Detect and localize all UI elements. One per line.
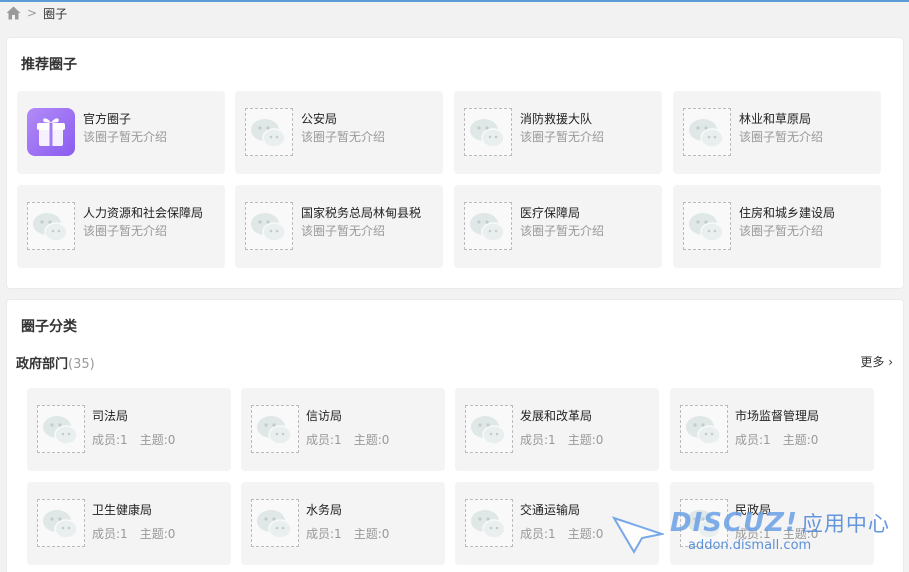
category-card[interactable]: 司法局成员:1 主题:0 [27, 388, 231, 471]
topic-count: 主题:0 [567, 433, 604, 447]
category-name[interactable]: 政府部门(35) [16, 353, 95, 372]
recommend-title: 推荐圈子 [21, 57, 77, 73]
wechat-placeholder-icon [465, 499, 513, 547]
breadcrumb-current: 圈子 [43, 6, 68, 21]
category-count: (35) [68, 357, 95, 372]
recommend-panel: 推荐圈子 官方圈子 该圈子暂无介绍 公安局 该圈子暂无介绍 消防救援大队 该圈子暂无介绍林… [6, 37, 904, 289]
wechat-placeholder-icon [37, 499, 85, 547]
recommend-card[interactable]: 医疗保障局该圈子暂无介绍 [454, 185, 662, 268]
card-desc: 该圈子暂无介绍 [301, 224, 386, 238]
card-name[interactable]: 卫生健康局 [92, 501, 152, 518]
chevron-right-icon: > [27, 6, 38, 20]
breadcrumb: > 圈子 [6, 4, 67, 22]
topic-count: 主题:0 [353, 433, 390, 447]
wechat-placeholder-icon [27, 202, 75, 250]
member-count: 成员:1 [735, 433, 771, 447]
recommend-card[interactable]: 住房和城乡建设局 该圈子暂无介绍 [673, 185, 881, 268]
wechat-placeholder-icon [251, 499, 299, 547]
topic-count: 主题:0 [139, 527, 176, 541]
home-icon[interactable] [6, 6, 21, 20]
card-name[interactable]: 医疗保障局 [520, 204, 580, 221]
card-name[interactable]: 国家税务总局林甸县税 [301, 204, 421, 221]
card-name[interactable]: 信访局 [306, 407, 342, 424]
category-card[interactable]: 市场监督管理局 成员:1 主题:0 [670, 388, 874, 471]
card-name[interactable]: 消防救援大队 [520, 110, 592, 127]
more-link[interactable]: 更多 › [860, 353, 893, 370]
recommend-card[interactable]: 人力资源和社会保障局 该圈子暂无介绍 [17, 185, 225, 268]
wechat-placeholder-icon [465, 405, 513, 453]
card-name[interactable]: 交通运输局 [520, 501, 580, 518]
wechat-placeholder-icon [37, 405, 85, 453]
card-stats: 成员:1 主题:0 [92, 525, 175, 542]
card-stats: 成员:1 主题:0 [735, 431, 818, 448]
topic-count: 主题:0 [353, 527, 390, 541]
wechat-placeholder-icon [464, 202, 512, 250]
recommend-card[interactable]: 官方圈子该圈子暂无介绍 [17, 91, 225, 174]
topic-count: 主题:0 [567, 527, 604, 541]
wechat-placeholder-icon [680, 405, 728, 453]
card-name[interactable]: 官方圈子 [83, 110, 131, 127]
watermark-logo-text: DISCUZ! [670, 508, 798, 538]
gift-icon [27, 108, 75, 156]
wechat-placeholder-icon [251, 405, 299, 453]
recommend-card[interactable]: 公安局该圈子暂无介绍 [235, 91, 443, 174]
member-count: 成员:1 [92, 527, 128, 541]
card-stats: 成员:1 主题:0 [520, 431, 603, 448]
card-name[interactable]: 市场监督管理局 [735, 407, 819, 424]
member-count: 成员:1 [306, 527, 342, 541]
card-desc: 该圈子暂无介绍 [739, 130, 824, 144]
card-stats: 成员:1 主题:0 [306, 431, 389, 448]
wechat-placeholder-icon [245, 108, 293, 156]
wechat-placeholder-icon [683, 108, 731, 156]
recommend-card[interactable]: 消防救援大队 该圈子暂无介绍 [454, 91, 662, 174]
watermark: DISCUZ! 应用中心 addon.dismall.com [612, 508, 902, 568]
card-stats: 成员:1 主题:0 [306, 525, 389, 542]
member-count: 成员:1 [520, 433, 556, 447]
watermark-logo: DISCUZ! 应用中心 [670, 508, 890, 538]
wechat-placeholder-icon [245, 202, 293, 250]
recommend-card[interactable]: 国家税务总局林甸县税 该圈子暂无介绍 [235, 185, 443, 268]
card-name[interactable]: 人力资源和社会保障局 [83, 204, 203, 221]
card-name[interactable]: 发展和改革局 [520, 407, 592, 424]
card-desc: 该圈子暂无介绍 [301, 130, 386, 144]
card-desc: 该圈子暂无介绍 [83, 130, 168, 144]
wechat-placeholder-icon [464, 108, 512, 156]
card-name[interactable]: 林业和草原局 [739, 110, 811, 127]
member-count: 成员:1 [520, 527, 556, 541]
card-name[interactable]: 司法局 [92, 407, 128, 424]
card-name[interactable]: 住房和城乡建设局 [739, 204, 835, 221]
member-count: 成员:1 [306, 433, 342, 447]
watermark-url: addon.dismall.com [688, 538, 812, 553]
category-card[interactable]: 信访局成员:1 主题:0 [241, 388, 445, 471]
topic-count: 主题:0 [782, 433, 819, 447]
card-desc: 该圈子暂无介绍 [739, 224, 824, 238]
card-name[interactable]: 公安局 [301, 110, 337, 127]
watermark-cn: 应用中心 [801, 512, 890, 536]
card-desc: 该圈子暂无介绍 [83, 224, 168, 238]
card-stats: 成员:1 主题:0 [92, 431, 175, 448]
category-card[interactable]: 发展和改革局 成员:1 主题:0 [455, 388, 659, 471]
wechat-placeholder-icon [683, 202, 731, 250]
topic-count: 主题:0 [139, 433, 176, 447]
card-desc: 该圈子暂无介绍 [520, 224, 605, 238]
category-label: 政府部门 [16, 357, 69, 372]
top-accent-line [0, 0, 909, 2]
categories-title: 圈子分类 [21, 319, 77, 335]
category-card[interactable]: 水务局成员:1 主题:0 [241, 482, 445, 565]
card-desc: 该圈子暂无介绍 [520, 130, 605, 144]
member-count: 成员:1 [92, 433, 128, 447]
card-name[interactable]: 水务局 [306, 501, 342, 518]
recommend-card[interactable]: 林业和草原局 该圈子暂无介绍 [673, 91, 881, 174]
card-stats: 成员:1 主题:0 [520, 525, 603, 542]
cursor-arrow-icon [612, 516, 664, 554]
category-card[interactable]: 卫生健康局成员:1 主题:0 [27, 482, 231, 565]
